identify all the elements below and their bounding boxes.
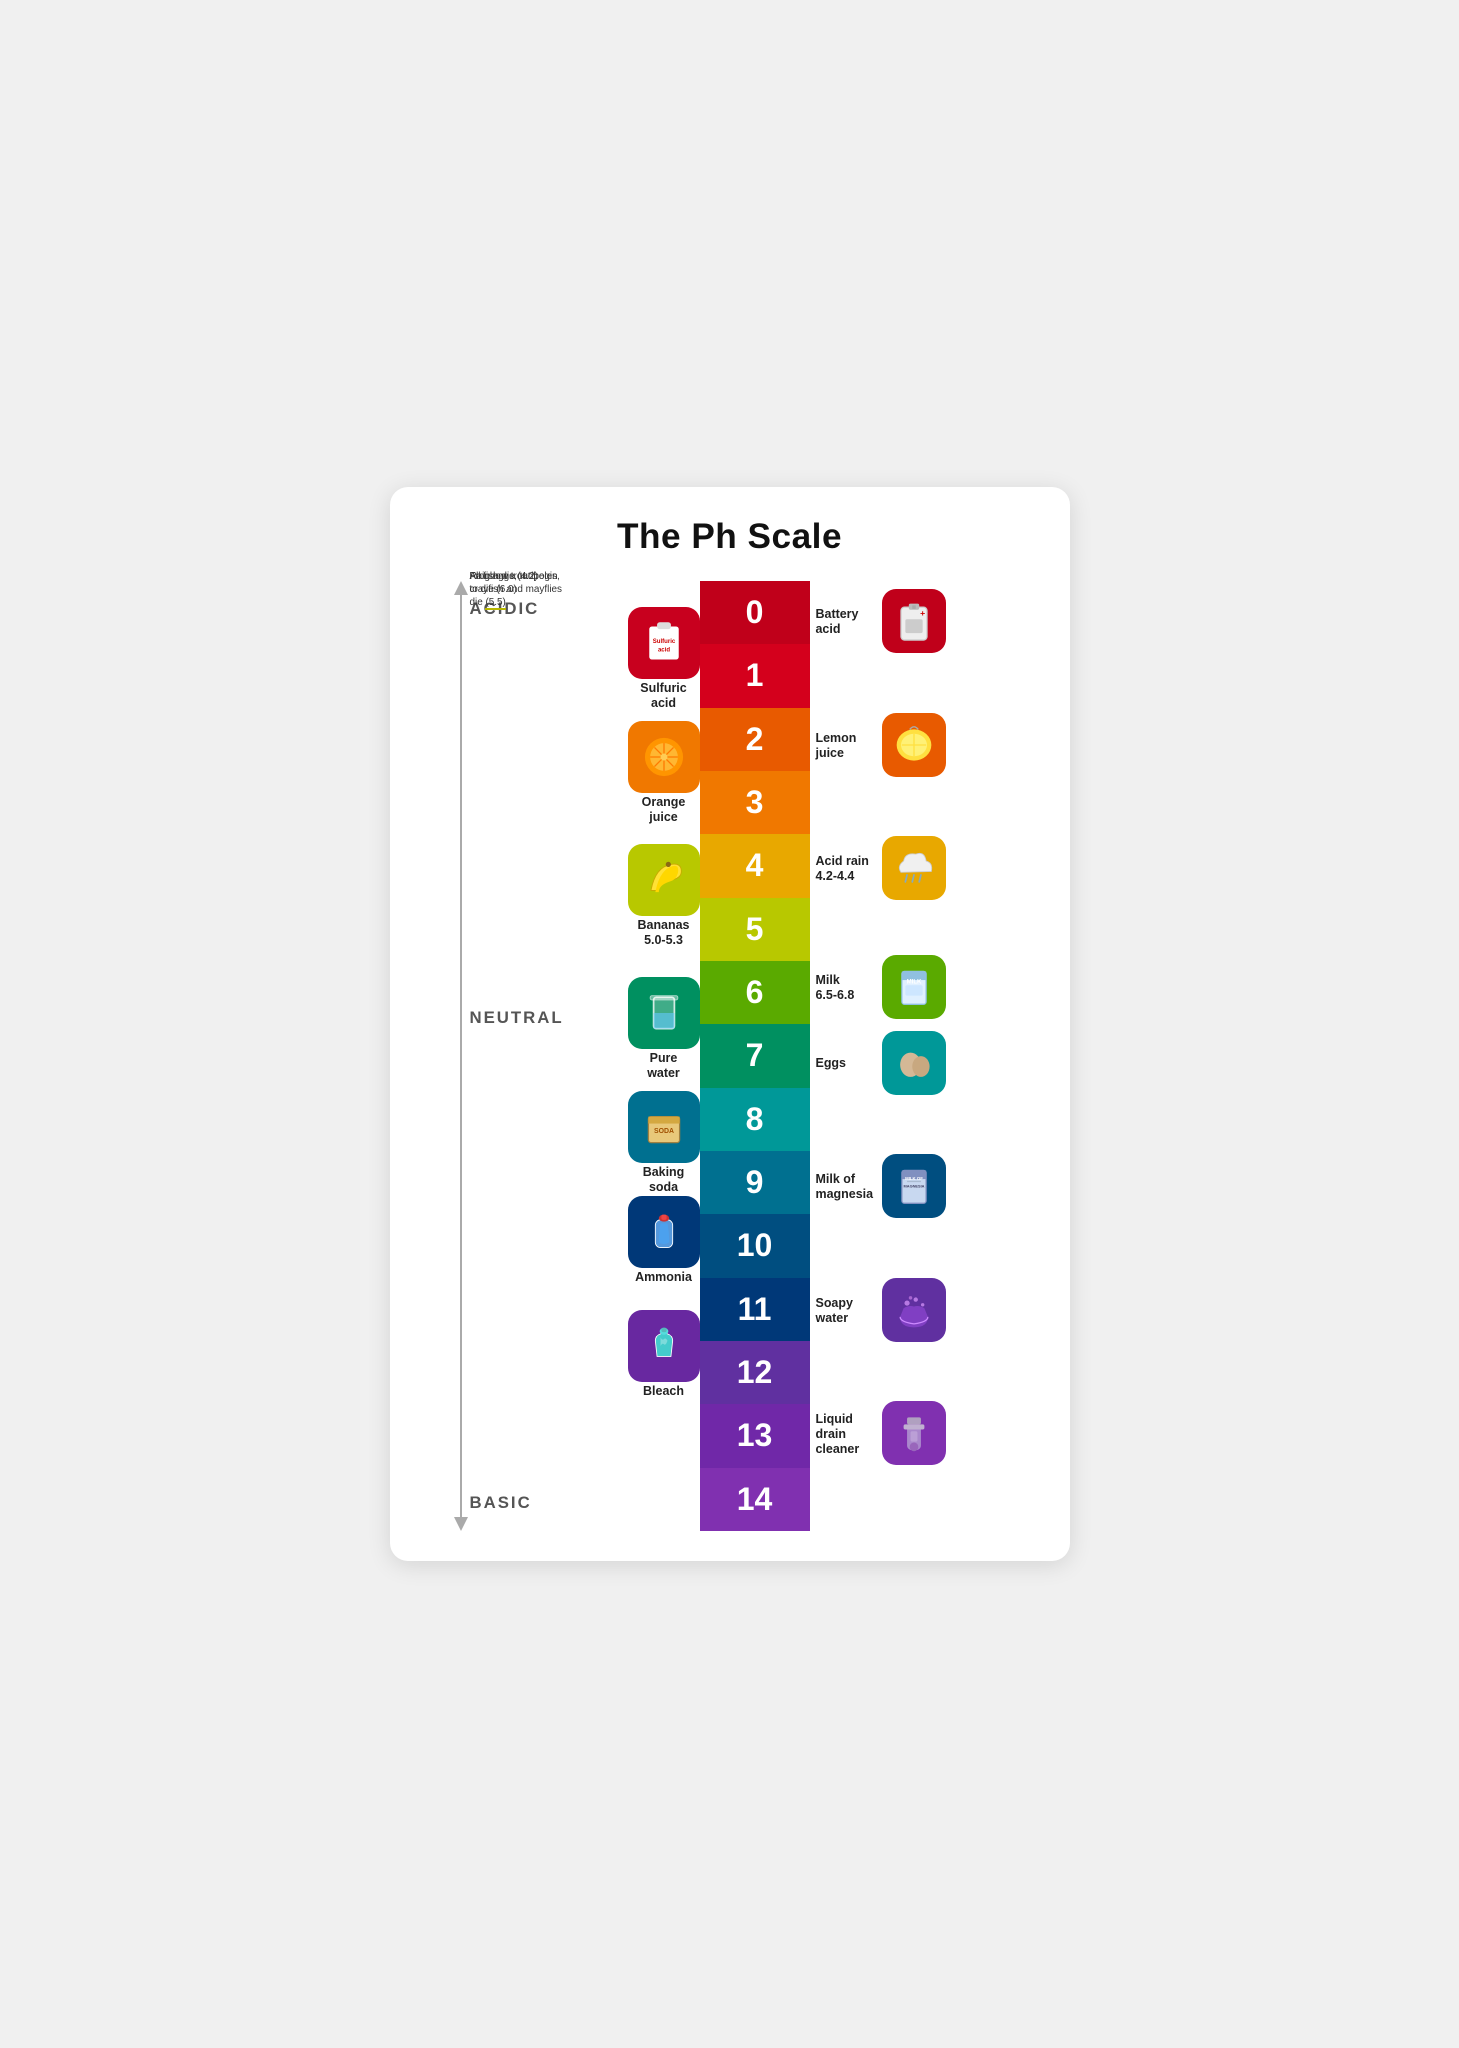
orange-juice-label: Orangejuice	[642, 795, 686, 825]
drain-cleaner-label: Liquiddraincleaner	[816, 1412, 876, 1457]
right-icon-soapy-water: Soapywater	[816, 1278, 946, 1344]
right-icon-battery-acid: Batteryacid +	[816, 589, 946, 655]
bananas-label: Bananas5.0-5.3	[638, 918, 690, 948]
orange-juice-icon	[628, 721, 700, 793]
scale-5: 5	[700, 898, 810, 961]
label-neutral: NEUTRAL	[470, 1008, 564, 1028]
ph-scale-bars: 0 1 2 3 4 5 6 7 8 9 10 11 12 13 14	[700, 581, 810, 1531]
ammonia-label: Ammonia	[635, 1270, 692, 1285]
milk-magnesia-icon: MILK OF MAGNESIA	[882, 1154, 946, 1218]
scale-4: 4	[700, 834, 810, 897]
right-icon-drain-cleaner: Liquiddraincleaner	[816, 1401, 946, 1467]
baking-soda-icon: SODA	[628, 1091, 700, 1163]
pure-water-icon	[628, 977, 700, 1049]
battery-acid-label: Batteryacid	[816, 607, 876, 637]
svg-text:SODA: SODA	[654, 1128, 674, 1135]
baking-soda-label: Bakingsoda	[643, 1165, 685, 1195]
bananas-icon	[628, 844, 700, 916]
scale-6: 6	[700, 961, 810, 1024]
lemon-juice-icon	[882, 713, 946, 777]
note-trout: Rainbow trout begin to die (6.0)	[470, 571, 565, 597]
svg-text:MILK OF: MILK OF	[905, 1176, 923, 1181]
axis-arrow-bottom-icon	[454, 1517, 468, 1531]
right-icon-milk-magnesia: Milk ofmagnesia MILK OF MAGNESIA	[816, 1154, 946, 1220]
scale-13: 13	[700, 1404, 810, 1467]
ammonia-icon	[628, 1196, 700, 1268]
scale-2: 2	[700, 708, 810, 771]
milk-label: Milk6.5-6.8	[816, 973, 876, 1003]
eggs-label: Eggs	[816, 1056, 876, 1071]
right-icon-lemon-juice: Lemonjuice	[816, 713, 946, 779]
right-icon-eggs: Eggs	[816, 1031, 946, 1097]
scale-1: 1	[700, 644, 810, 707]
scale-7: 7	[700, 1024, 810, 1087]
axis-arrow-top-icon	[454, 581, 468, 595]
left-icon-pure-water: Purewater	[628, 977, 700, 1081]
left-icon-bananas: Bananas5.0-5.3	[628, 844, 700, 948]
scale-3: 3	[700, 771, 810, 834]
left-icon-baking-soda: SODA Bakingsoda	[628, 1091, 700, 1195]
left-icon-orange-juice: Orangejuice	[628, 721, 700, 825]
soapy-water-icon	[882, 1278, 946, 1342]
left-icons-column: Sulfuric acid Sulfuricacid	[570, 581, 700, 1531]
svg-text:MAGNESIA: MAGNESIA	[903, 1184, 924, 1189]
svg-text:MILK: MILK	[906, 979, 921, 985]
left-icon-sulfuric-acid: Sulfuric acid Sulfuricacid	[628, 607, 700, 711]
svg-text:acid: acid	[657, 647, 669, 653]
milk-magnesia-label: Milk ofmagnesia	[816, 1172, 876, 1202]
right-icon-milk: Milk6.5-6.8 MILK	[816, 955, 946, 1021]
bleach-label: Bleach	[643, 1384, 684, 1399]
left-icon-ammonia: Ammonia	[628, 1196, 700, 1285]
soapy-water-label: Soapywater	[816, 1296, 876, 1326]
scale-container: ACIDIC NEUTRAL BASIC All fish die (4.2) …	[410, 581, 1050, 1531]
scale-12: 12	[700, 1341, 810, 1404]
milk-icon: MILK	[882, 955, 946, 1019]
battery-acid-icon: +	[882, 589, 946, 653]
left-axis: ACIDIC NEUTRAL BASIC All fish die (4.2) …	[410, 581, 570, 1531]
scale-11: 11	[700, 1278, 810, 1341]
sulfuric-acid-label: Sulfuricacid	[640, 681, 686, 711]
sulfuric-acid-icon: Sulfuric acid	[628, 607, 700, 679]
axis-line	[460, 591, 462, 1521]
left-icon-bleach: Bleach	[628, 1310, 700, 1399]
bleach-icon	[628, 1310, 700, 1382]
drain-cleaner-icon	[882, 1401, 946, 1465]
acid-rain-label: Acid rain4.2-4.4	[816, 854, 876, 884]
ph-scale-card: The Ph Scale ACIDIC NEUTRAL BASIC All fi…	[390, 487, 1070, 1561]
page-title: The Ph Scale	[410, 517, 1050, 557]
scale-8: 8	[700, 1088, 810, 1151]
acid-rain-icon	[882, 836, 946, 900]
scale-9: 9	[700, 1151, 810, 1214]
label-basic: BASIC	[470, 1493, 532, 1513]
pure-water-label: Purewater	[647, 1051, 680, 1081]
svg-text:+: +	[920, 608, 925, 618]
scale-10: 10	[700, 1214, 810, 1277]
scale-0: 0	[700, 581, 810, 644]
right-icons-column: Batteryacid + Lemonjuice	[810, 581, 1050, 1531]
scale-14: 14	[700, 1468, 810, 1531]
eggs-icon	[882, 1031, 946, 1095]
lemon-juice-label: Lemonjuice	[816, 731, 876, 761]
svg-text:Sulfuric: Sulfuric	[652, 639, 675, 645]
right-icon-acid-rain: Acid rain4.2-4.4	[816, 836, 946, 902]
